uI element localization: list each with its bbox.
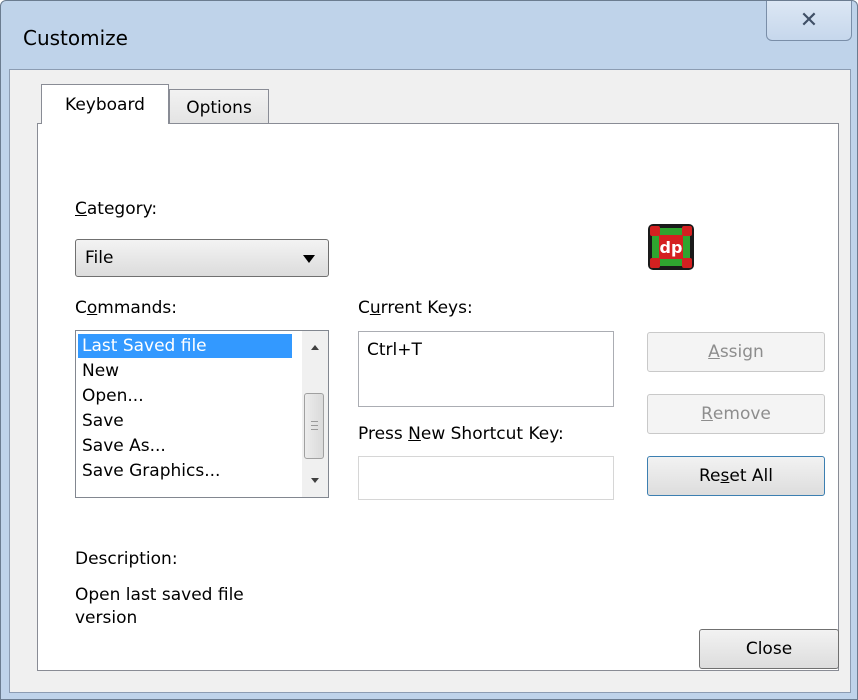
- category-dropdown-value: File: [85, 248, 114, 268]
- list-item[interactable]: Save: [78, 409, 292, 433]
- commands-label: Commands:: [75, 298, 177, 318]
- current-keys-label-rest: rrent Keys:: [380, 298, 473, 318]
- assign-mnemonic: A: [708, 342, 720, 362]
- new-shortcut-input[interactable]: [358, 456, 614, 500]
- scrollbar-thumb[interactable]: [304, 393, 324, 459]
- reset-all-button[interactable]: Re s et All: [647, 456, 825, 496]
- window-title: Customize: [23, 26, 128, 50]
- dropdown-arrow-icon: [303, 255, 315, 263]
- category-label-mnemonic: C: [75, 199, 87, 219]
- commands-list[interactable]: Last Saved file New Open... Save Save As…: [75, 330, 329, 498]
- description-text-line2: version: [75, 608, 138, 628]
- scroll-down-arrow-icon[interactable]: [311, 478, 319, 483]
- commands-label-rest: mmands:: [97, 298, 177, 318]
- commands-label-mnemonic: o: [86, 298, 98, 318]
- keyboard-tab-panel: Category: File dp Commands: Last Saved f…: [37, 123, 839, 671]
- tab-keyboard-label: Keyboard: [65, 94, 145, 115]
- reset-mnemonic: s: [720, 466, 730, 486]
- customize-dialog: Customize ✕ Keyboard Options Category: F…: [0, 0, 858, 700]
- description-label: Description:: [75, 549, 178, 569]
- category-dropdown[interactable]: File: [75, 239, 329, 277]
- category-label: Category:: [75, 199, 157, 219]
- description-text-line1: Open last saved file: [75, 585, 244, 605]
- reset-label-rest: et All: [729, 466, 773, 486]
- list-item[interactable]: Open...: [78, 384, 292, 408]
- close-button[interactable]: Close: [699, 629, 839, 669]
- new-shortcut-label: Press New Shortcut Key:: [358, 424, 564, 444]
- title-bar: Customize ✕: [1, 1, 857, 69]
- dialog-body: Keyboard Options Category: File dp Comma…: [9, 69, 851, 693]
- assign-button[interactable]: Assign: [647, 332, 825, 372]
- list-item[interactable]: Last Saved file: [78, 334, 292, 358]
- list-item[interactable]: Save Graphics...: [78, 459, 292, 483]
- assign-label-rest: ssign: [719, 342, 764, 362]
- remove-button[interactable]: Remove: [647, 394, 825, 434]
- commands-scrollbar[interactable]: [302, 331, 328, 497]
- list-item[interactable]: Save As...: [78, 434, 292, 458]
- commands-label-first: C: [75, 298, 87, 318]
- current-keys-label-mnemonic: u: [369, 298, 381, 318]
- tab-options-label: Options: [186, 97, 252, 118]
- logo-text: dp: [660, 238, 683, 257]
- current-key-item[interactable]: Ctrl+T: [367, 340, 422, 360]
- remove-mnemonic: R: [701, 404, 713, 424]
- category-label-rest: ategory:: [86, 199, 158, 219]
- remove-label-rest: emove: [712, 404, 771, 424]
- tab-keyboard[interactable]: Keyboard: [41, 84, 169, 124]
- list-item[interactable]: New: [78, 359, 292, 383]
- new-shortcut-label-mnemonic: N: [408, 424, 421, 444]
- current-keys-label-first: C: [358, 298, 370, 318]
- tab-options[interactable]: Options: [169, 89, 269, 125]
- current-keys-list[interactable]: Ctrl+T: [358, 331, 614, 407]
- scroll-up-arrow-icon[interactable]: [311, 345, 319, 350]
- current-keys-label: Current Keys:: [358, 298, 473, 318]
- new-shortcut-label-rest: ew Shortcut Key:: [420, 424, 564, 444]
- new-shortcut-label-before: Press: [358, 424, 409, 444]
- window-close-icon[interactable]: ✕: [766, 1, 852, 41]
- dp-app-logo-icon: dp: [648, 224, 694, 270]
- reset-label-before: Re: [699, 466, 721, 486]
